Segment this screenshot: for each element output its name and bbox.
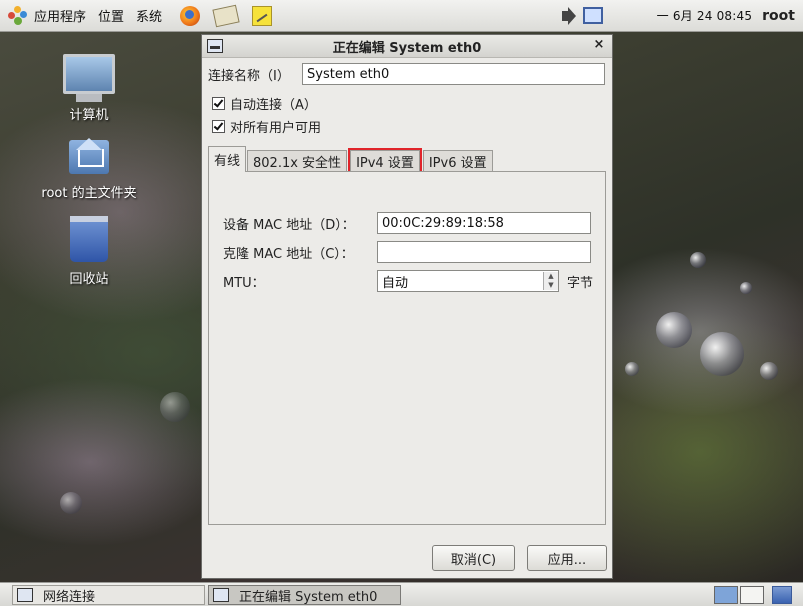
checkbox-checked-icon	[212, 120, 225, 133]
mail-icon	[212, 4, 240, 27]
auto-connect-label: 自动连接（A）	[230, 98, 317, 113]
network-icon[interactable]	[582, 6, 604, 26]
connection-name-input[interactable]	[302, 63, 605, 85]
bottom-panel: 网络连接 正在编辑 System eth0	[0, 582, 803, 606]
edit-connection-dialog: 正在编辑 System eth0 × 连接名称（I） 自动连接（A） 对所有用户…	[201, 34, 613, 579]
tab-ipv4-settings[interactable]: IPv4 设置	[348, 148, 422, 174]
apply-button[interactable]: 应用...	[527, 545, 607, 571]
tab-8021x-security[interactable]: 802.1x 安全性	[247, 150, 348, 172]
wired-tab-page: 设备 MAC 地址（D）： 克隆 MAC 地址（C）： MTU： ▲▼ 字节	[208, 171, 606, 525]
mtu-input[interactable]	[377, 270, 559, 292]
mtu-unit-label: 字节	[567, 275, 594, 291]
desktop-icon-label: 回收站	[69, 272, 109, 287]
mtu-label: MTU：	[223, 275, 265, 291]
taskbar-editing-eth0[interactable]: 正在编辑 System eth0	[208, 585, 401, 605]
computer-icon	[63, 54, 115, 102]
all-users-checkbox[interactable]: 对所有用户可用	[212, 117, 321, 136]
menu-system[interactable]: 系统	[130, 0, 168, 32]
desktop-icon-label: 计算机	[69, 108, 109, 123]
clock[interactable]: 一 6月 24 08:45	[657, 7, 753, 24]
auto-connect-checkbox[interactable]: 自动连接（A）	[212, 94, 317, 113]
cloned-mac-label: 克隆 MAC 地址（C）：	[223, 246, 354, 262]
menu-applications[interactable]: 应用程序	[28, 0, 92, 32]
network-connection-icon	[213, 588, 229, 602]
top-panel: 应用程序 位置 系统 一 6月 24 08:45 root	[0, 0, 803, 32]
volume-icon[interactable]	[554, 6, 576, 26]
mtu-spinbox[interactable]: ▲▼	[377, 270, 559, 292]
home-folder-icon	[69, 138, 109, 174]
task-label: 正在编辑 System eth0	[239, 589, 378, 605]
gnome-foot-icon[interactable]	[8, 5, 28, 26]
network-connection-icon	[17, 588, 33, 602]
dialog-titlebar[interactable]: 正在编辑 System eth0 ×	[202, 35, 612, 58]
cancel-button[interactable]: 取消(C)	[432, 545, 515, 571]
desktop-icon-home[interactable]: root 的主文件夹	[34, 138, 144, 201]
firefox-launcher[interactable]	[178, 4, 202, 28]
dialog-title: 正在编辑 System eth0	[332, 40, 482, 56]
tab-ipv6-settings[interactable]: IPv6 设置	[422, 150, 493, 172]
notes-icon	[252, 5, 273, 26]
user-menu[interactable]: root	[762, 8, 795, 24]
menu-places[interactable]: 位置	[92, 0, 130, 32]
close-button[interactable]: ×	[592, 38, 606, 52]
firefox-icon	[180, 5, 201, 26]
trash-applet-icon[interactable]	[772, 586, 792, 604]
cloned-mac-input[interactable]	[377, 241, 591, 263]
tab-bar: 有线 802.1x 安全性 IPv4 设置 IPv6 设置	[208, 146, 494, 174]
desktop-icon-label: root 的主文件夹	[41, 186, 137, 201]
desktop-icon-computer[interactable]: 计算机	[34, 54, 144, 123]
workspace-1[interactable]	[714, 586, 738, 604]
tab-wired[interactable]: 有线	[208, 146, 247, 172]
spin-arrows-icon[interactable]: ▲ ▼	[543, 272, 558, 290]
device-mac-label: 设备 MAC 地址（D）：	[223, 217, 355, 233]
mail-launcher[interactable]	[212, 4, 240, 28]
workspace-2[interactable]	[740, 586, 764, 604]
checkbox-checked-icon	[212, 97, 225, 110]
device-mac-input[interactable]	[377, 212, 591, 234]
connection-name-label: 连接名称（I）	[208, 68, 290, 84]
trash-icon	[70, 216, 108, 262]
task-label: 网络连接	[43, 589, 96, 605]
taskbar-network-connections[interactable]: 网络连接	[12, 585, 205, 605]
desktop-icon-trash[interactable]: 回收站	[34, 216, 144, 287]
notes-launcher[interactable]	[250, 4, 274, 28]
all-users-label: 对所有用户可用	[230, 121, 322, 136]
